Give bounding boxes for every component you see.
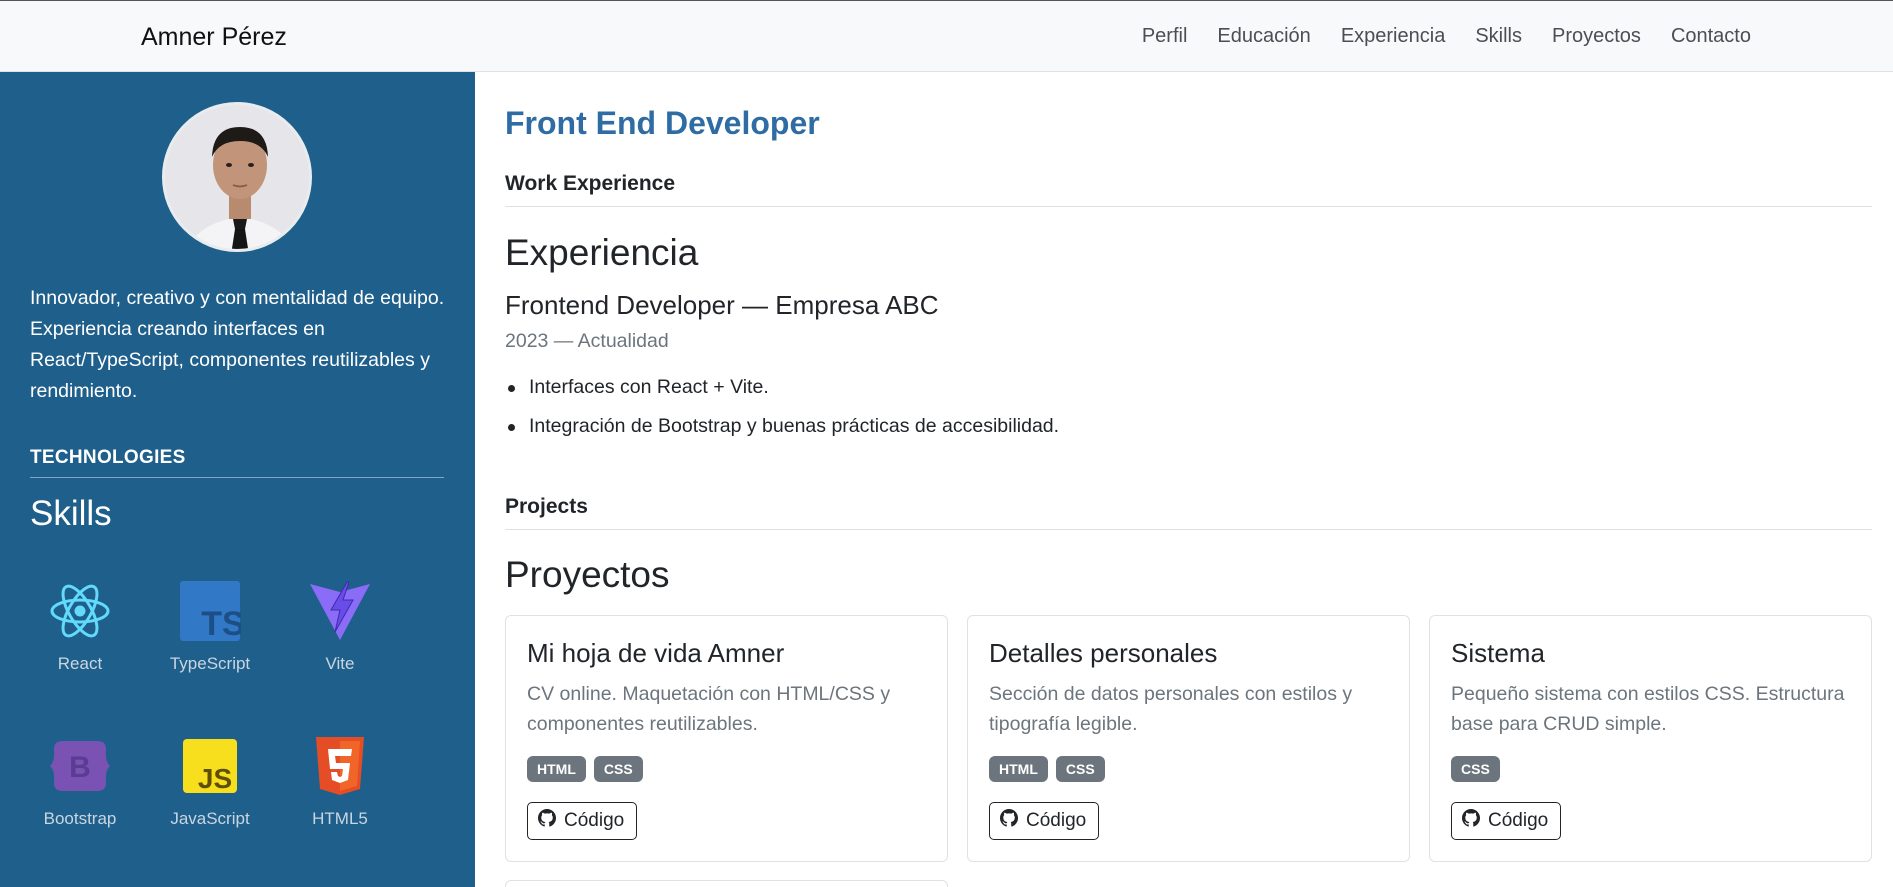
job-period: 2023 — Actualidad: [505, 330, 669, 352]
work-experience-label: Work Experience: [505, 172, 1872, 207]
code-button[interactable]: Código: [989, 802, 1100, 840]
project-card: Detalles personales Sección de datos per…: [967, 615, 1410, 862]
skill-label: JavaScript: [170, 809, 250, 828]
project-card-partial: [505, 880, 948, 887]
project-card: Mi hoja de vida Amner CV online. Maqueta…: [505, 615, 948, 862]
project-description: Sección de datos personales con estilos …: [989, 683, 1353, 735]
code-button[interactable]: Código: [527, 802, 638, 840]
code-button-label: Código: [564, 810, 625, 831]
typescript-icon: TS: [179, 580, 245, 643]
skill-html5: HTML5: [275, 735, 405, 829]
svg-text:B: B: [69, 751, 91, 784]
project-title: Detalles personales: [989, 638, 1218, 668]
list-item: Interfaces con React + Vite.: [505, 368, 1059, 407]
projects-label: Projects: [505, 495, 1872, 530]
job-bullets: Interfaces con React + Vite. Integración…: [505, 368, 1059, 446]
project-title: Mi hoja de vida Amner: [527, 638, 785, 668]
vite-icon: [309, 580, 371, 642]
project-description: Pequeño sistema con estilos CSS. Estruct…: [1451, 683, 1845, 735]
projects-heading: Proyectos: [505, 554, 670, 595]
nav-link-perfil[interactable]: Perfil: [1142, 25, 1188, 48]
project-badges: HTML CSS: [989, 756, 1105, 782]
skill-react: React: [15, 580, 145, 674]
role-title: Front End Developer: [505, 105, 820, 141]
github-icon: [538, 809, 556, 833]
avatar: [162, 102, 312, 252]
tech-badge: CSS: [1055, 756, 1105, 782]
technologies-heading: TECHNOLOGIES: [30, 447, 444, 478]
nav-link-contacto[interactable]: Contacto: [1671, 25, 1751, 48]
github-icon: [1462, 809, 1480, 833]
nav-link-skills[interactable]: Skills: [1475, 25, 1522, 48]
code-button-label: Código: [1488, 810, 1549, 831]
project-title: Sistema: [1451, 638, 1545, 668]
bootstrap-icon: B: [49, 735, 111, 797]
react-icon: [49, 580, 111, 642]
github-icon: [1000, 809, 1018, 833]
skill-javascript: JS JavaScript: [145, 735, 275, 829]
job-title: Frontend Developer — Empresa ABC: [505, 290, 939, 320]
bio-text: Innovador, creativo y con mentalidad de …: [30, 287, 445, 402]
tech-badge: CSS: [593, 756, 643, 782]
project-description: CV online. Maquetación con HTML/CSS y co…: [527, 683, 891, 735]
skill-typescript: TS TypeScript: [145, 580, 275, 674]
code-button[interactable]: Código: [1451, 802, 1562, 840]
brand-name[interactable]: Amner Pérez: [141, 23, 287, 52]
tech-badge: CSS: [1451, 756, 1500, 782]
javascript-icon: JS: [179, 735, 241, 797]
skill-label: TypeScript: [169, 654, 251, 673]
svg-text:TS: TS: [201, 605, 241, 642]
nav-links: Perfil Educación Experiencia Skills Proy…: [1112, 25, 1751, 48]
code-button-label: Código: [1026, 810, 1087, 831]
experience-heading: Experiencia: [505, 232, 699, 273]
list-item: Integración de Bootstrap y buenas prácti…: [505, 407, 1059, 446]
skill-vite: Vite: [275, 580, 405, 674]
tech-badge: HTML: [989, 756, 1048, 782]
skill-label: HTML5: [312, 809, 368, 828]
project-badges: CSS: [1451, 756, 1500, 782]
profile-sidebar: Innovador, creativo y con mentalidad de …: [0, 72, 475, 887]
top-navbar: Amner Pérez Perfil Educación Experiencia…: [0, 0, 1893, 72]
skill-label: Bootstrap: [43, 809, 117, 828]
html5-icon: [309, 735, 371, 797]
skills-title: Skills: [30, 494, 112, 533]
project-badges: HTML CSS: [527, 756, 643, 782]
nav-link-proyectos[interactable]: Proyectos: [1552, 25, 1641, 48]
skill-label: React: [57, 654, 103, 673]
nav-link-educacion[interactable]: Educación: [1217, 25, 1310, 48]
svg-text:JS: JS: [198, 763, 232, 794]
skill-label: Vite: [325, 654, 355, 673]
nav-link-experiencia[interactable]: Experiencia: [1341, 25, 1446, 48]
skill-bootstrap: B Bootstrap: [15, 735, 145, 829]
tech-badge: HTML: [527, 756, 586, 782]
project-card: Sistema Pequeño sistema con estilos CSS.…: [1429, 615, 1872, 862]
